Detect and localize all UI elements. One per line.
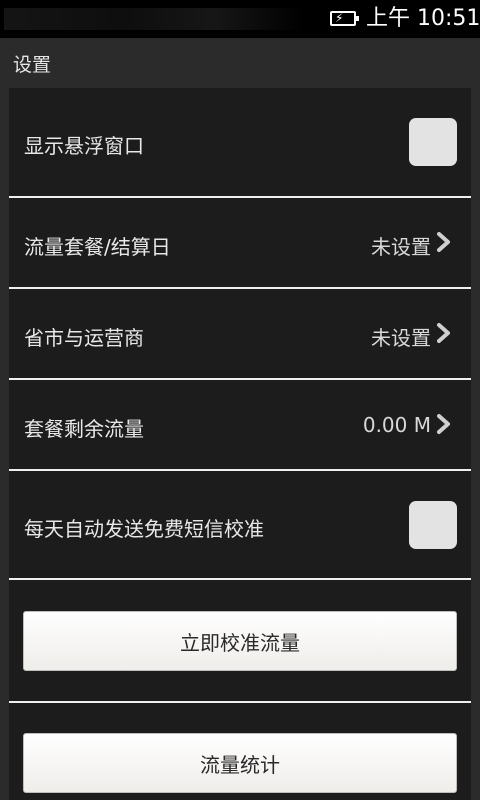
- divider: [9, 701, 471, 703]
- setting-value-plan-billing-day: 未设置: [371, 235, 431, 259]
- setting-label-province-carrier: 省市与运营商: [24, 326, 144, 350]
- setting-value-remaining-data: 0.00 M: [362, 413, 431, 437]
- status-time: 上午 10:51: [366, 6, 480, 31]
- status-bar: ⚡ 上午 10:51: [0, 0, 480, 38]
- setting-row-remaining-data[interactable]: 套餐剩余流量 0.00 M: [9, 380, 471, 469]
- title-bar: 设置: [0, 38, 480, 88]
- traffic-stats-button[interactable]: 流量统计: [23, 733, 457, 793]
- setting-row-auto-sms-calibrate[interactable]: 每天自动发送免费短信校准: [9, 471, 471, 578]
- page-title: 设置: [13, 54, 52, 76]
- chevron-right-icon: [437, 232, 450, 252]
- divider: [9, 578, 471, 580]
- setting-label-plan-billing-day: 流量套餐/结算日: [24, 235, 171, 259]
- notification-area: [4, 8, 304, 30]
- calibrate-now-button[interactable]: 立即校准流量: [23, 611, 457, 671]
- settings-panel: 显示悬浮窗口 流量套餐/结算日 未设置 省市与运营商 未设置 套餐剩余流量 0.…: [9, 88, 471, 800]
- chevron-right-icon: [437, 323, 450, 343]
- setting-label-auto-sms-calibrate: 每天自动发送免费短信校准: [24, 517, 264, 541]
- battery-charging-icon: ⚡: [330, 11, 359, 26]
- setting-row-province-carrier[interactable]: 省市与运营商 未设置: [9, 289, 471, 378]
- auto-sms-calibrate-checkbox[interactable]: [409, 501, 457, 549]
- floating-window-checkbox[interactable]: [409, 118, 457, 166]
- setting-row-floating-window[interactable]: 显示悬浮窗口: [9, 88, 471, 196]
- setting-label-floating-window: 显示悬浮窗口: [24, 134, 144, 158]
- setting-label-remaining-data: 套餐剩余流量: [24, 417, 144, 441]
- setting-row-plan-billing-day[interactable]: 流量套餐/结算日 未设置: [9, 198, 471, 287]
- chevron-right-icon: [437, 414, 450, 434]
- setting-value-province-carrier: 未设置: [371, 326, 431, 350]
- charging-bolt-icon: ⚡: [335, 11, 344, 25]
